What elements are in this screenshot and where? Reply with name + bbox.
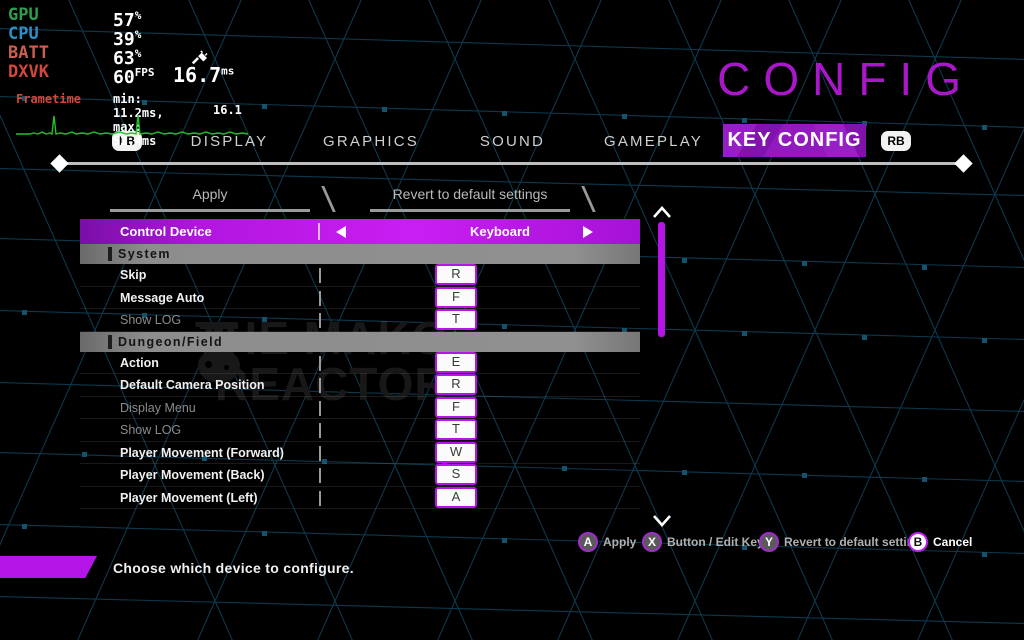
revert-button[interactable]: Revert to default settings — [370, 182, 596, 212]
row-control-device-value: Keyboard — [470, 224, 530, 239]
gamepad-button-b: B — [908, 532, 928, 552]
gamepad-button-y: Y — [759, 532, 779, 552]
section-header-system-label: System — [118, 247, 171, 261]
row-control-device-label: Control Device — [120, 224, 212, 239]
tab-graphics[interactable]: GRAPHICS — [310, 128, 432, 155]
row-display-menu[interactable]: Display Menu F — [80, 396, 640, 419]
section-header-dungeon-field-label: Dungeon/Field — [118, 334, 223, 349]
keybind-box[interactable]: W — [435, 441, 477, 463]
footer-hint: Choose which device to configure. — [113, 560, 354, 576]
keybind-box[interactable]: S — [435, 464, 477, 485]
row-show-log-system[interactable]: Show LOG T — [80, 309, 640, 332]
shoulder-button-rb[interactable]: RB — [881, 131, 911, 151]
row-player-movement-left[interactable]: Player Movement (Left) A — [80, 486, 640, 509]
row-control-device[interactable]: Control Device Keyboard — [80, 219, 640, 244]
section-header-system: System — [80, 244, 640, 264]
hud-frametime-label: Frametime — [16, 92, 82, 106]
hud-frametime-ms: 16.7ms — [173, 63, 235, 87]
prompt-revert-label: Revert to default settings — [784, 535, 929, 549]
chevron-left-icon[interactable] — [336, 226, 346, 238]
keybind-box[interactable]: R — [435, 264, 477, 285]
keybind-box[interactable]: R — [435, 374, 477, 395]
frametime-graph — [16, 114, 249, 136]
keybind-box[interactable]: F — [435, 286, 477, 308]
chevron-up-icon[interactable] — [652, 205, 672, 219]
row-show-log-dungeon[interactable]: Show LOG T — [80, 419, 640, 442]
section-header-dungeon-field: Dungeon/Field — [80, 331, 640, 352]
row-skip[interactable]: Skip R — [80, 264, 640, 287]
hud-label-gpu: GPU — [8, 5, 39, 25]
revert-button-label: Revert to default settings — [392, 186, 548, 202]
tab-key-config-label: KEY CONFIG — [727, 129, 862, 151]
footer-accent-bar — [0, 556, 97, 578]
settings-list: Control Device Keyboard System Skip R Me… — [80, 219, 640, 509]
prompt-cancel-label: Cancel — [933, 535, 973, 549]
keybind-box[interactable]: F — [435, 396, 477, 418]
keybind-box[interactable]: T — [435, 309, 477, 330]
prompt-edit-key-label: Button / Edit Key — [667, 535, 764, 549]
apply-button-label: Apply — [192, 186, 228, 202]
hud-label-cpu: CPU — [8, 24, 39, 44]
gamepad-button-x: X — [642, 532, 662, 552]
page-title: CONFIG — [717, 53, 974, 105]
keybind-box[interactable]: A — [435, 486, 477, 508]
keybind-box[interactable]: E — [435, 351, 477, 373]
hud-value-fps: 60FPS — [113, 66, 155, 88]
tab-separator-line — [60, 162, 965, 165]
tab-sound[interactable]: SOUND — [460, 128, 565, 155]
tab-gameplay[interactable]: GAMEPLAY — [597, 128, 710, 155]
tab-key-config[interactable]: KEY CONFIG — [723, 124, 866, 157]
chevron-right-icon[interactable] — [583, 226, 593, 238]
prompt-apply-label: Apply — [603, 535, 637, 549]
gamepad-button-a: A — [578, 532, 598, 552]
row-player-movement-forward[interactable]: Player Movement (Forward) W — [80, 441, 640, 464]
row-action[interactable]: Action E — [80, 351, 640, 374]
row-message-auto[interactable]: Message Auto F — [80, 286, 640, 309]
row-default-camera-position[interactable]: Default Camera Position R — [80, 374, 640, 397]
row-player-movement-back[interactable]: Player Movement (Back) S — [80, 464, 640, 487]
keybind-box[interactable]: T — [435, 419, 477, 440]
hud-label-batt: BATT — [8, 43, 49, 63]
hud-label-dxvk: DXVK — [8, 62, 49, 82]
apply-button[interactable]: Apply — [110, 182, 336, 212]
chevron-down-icon[interactable] — [652, 513, 672, 527]
scrollbar-thumb[interactable] — [658, 222, 665, 337]
